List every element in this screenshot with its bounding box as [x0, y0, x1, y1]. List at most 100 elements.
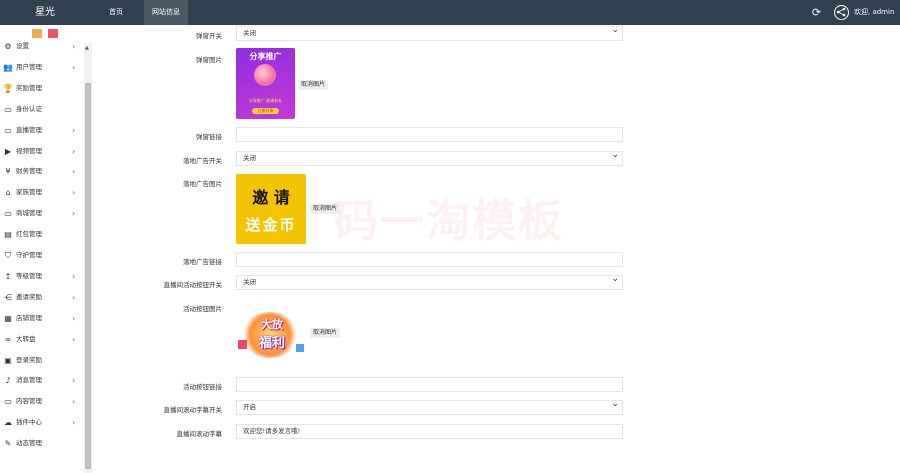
landing-ad-image-thumbnail[interactable]: 邀 请 送金币 [236, 174, 306, 244]
popup-image-cancel-button[interactable]: 取消图片 [298, 80, 329, 90]
landing-ad-image-cancel-button[interactable]: 取消图片 [310, 204, 341, 214]
sidebar-item-label: 店铺管理 [16, 313, 42, 322]
sidebar-item[interactable]: ∞ 大转盘 › [0, 329, 84, 350]
sidebar-item[interactable]: ▣ 登录奖励 [0, 350, 84, 371]
marquee-switch-select[interactable]: 开启 [236, 398, 623, 415]
sidebar-item[interactable]: ⋲ 邀请奖励 › [0, 287, 84, 308]
sidebar-item-label: 财务管理 [16, 167, 42, 176]
popup-image-thumbnail[interactable]: 分享推广 分享推广·邀请有礼 立即分享 [236, 48, 295, 119]
gift-icon: ▣ [4, 355, 12, 365]
sidebar-item[interactable]: ▶ 视频管理 › [0, 141, 84, 162]
sidebar-item-label: 守护管理 [16, 251, 42, 259]
share-icon: ⋲ [4, 292, 12, 302]
level-icon: ↥ [4, 271, 12, 281]
sidebar-item[interactable]: ♪ 消息管理 › [0, 370, 84, 391]
landing-ad-image-label: 落地广告图片 [183, 180, 222, 188]
scroll-up-arrow-icon[interactable]: ▲ [85, 45, 89, 51]
sidebar-item[interactable]: ⛉ 守护管理 [0, 245, 84, 266]
sidebar-item-label: 大转盘 [16, 334, 36, 343]
sidebar-item-label: 消息管理 [16, 376, 42, 385]
red-packet-icon: ▤ [4, 230, 12, 240]
sidebar-item-label: 设置 [16, 42, 29, 50]
tab-site-info[interactable]: 网站信息 [144, 0, 188, 25]
sidebar-item[interactable]: ▦ 店铺管理 › [0, 308, 84, 329]
share-node-icon [836, 7, 846, 17]
chevron-right-icon: › [72, 376, 76, 386]
sidebar-item[interactable]: ▭ 商城管理 › [0, 203, 84, 224]
popup-switch-select[interactable]: 关闭 [236, 24, 623, 41]
popup-link-label: 弹窗链接 [196, 133, 222, 141]
gear-icon: ⚙ [4, 42, 12, 51]
sidebar-item[interactable]: ▭ 直播管理 › [0, 120, 84, 141]
monitor-icon: ▭ [4, 209, 12, 219]
sidebar-item-label: 奖励管理 [16, 83, 42, 92]
sidebar-item[interactable]: ▤ 红包管理 [0, 224, 84, 245]
sidebar-item-label: 身份认证 [16, 104, 42, 113]
activity-image-thumbnail[interactable]: 大放 福利 [236, 308, 308, 362]
sidebar-item-label: 等级管理 [16, 271, 42, 280]
sidebar-item[interactable]: ⌂ 家族管理 › [0, 182, 84, 203]
scroll-thumb[interactable] [85, 83, 91, 469]
activity-image-label: 活动按钮图片 [183, 305, 222, 313]
popup-image-title: 分享推广 [249, 52, 282, 61]
sidebar-item-label: 家族管理 [16, 188, 42, 197]
chevron-right-icon: › [72, 146, 76, 156]
top-navbar: 星光 首页 网站信息 ⟳ 欢迎, admin ▾ [0, 0, 900, 41]
sidebar-item-label: 内容管理 [16, 397, 42, 406]
sidebar-item-label: 登录奖励 [16, 355, 42, 364]
sidebar-scrollbar[interactable]: ▲ [84, 43, 92, 473]
activity-link-input[interactable] [236, 377, 623, 392]
chevron-right-icon: › [72, 42, 76, 51]
user-menu[interactable]: 欢迎, admin ▾ [854, 0, 900, 50]
activity-image-cancel-button[interactable]: 取消图片 [310, 328, 341, 338]
sidebar-item[interactable]: ▭ 身份认证 [0, 99, 84, 120]
sidebar-item-label: 商城管理 [16, 209, 42, 218]
avatar[interactable] [834, 5, 849, 20]
sidebar-item[interactable]: 👥 用户管理 › [0, 57, 84, 78]
chevron-right-icon: › [72, 334, 76, 344]
live-activity-switch-label: 直播间活动按钮开关 [163, 281, 223, 289]
chevron-right-icon: › [72, 292, 76, 302]
sidebar-item-label: 动态管理 [16, 439, 42, 448]
landing-ad-switch-label: 落地广告开关 [183, 157, 222, 165]
marquee-text-label: 直播间滚动字幕 [176, 430, 223, 438]
marquee-text-input[interactable]: 欢迎您!请多发言哦! [236, 424, 623, 439]
sidebar-item[interactable]: ⚙ 设置 › [0, 36, 84, 57]
bell-icon: ♪ [5, 376, 11, 386]
balloon-icon [254, 64, 276, 86]
landing-ad-image-title: 邀 请 [252, 188, 290, 207]
tab-home[interactable]: 首页 [100, 0, 132, 25]
trophy-icon: 🏆 [3, 83, 13, 93]
sidebar-item-label: 邀请奖励 [16, 292, 42, 301]
sidebar-item[interactable]: ¥ 财务管理 › [0, 161, 84, 182]
activity-link-label: 活动按钮链接 [183, 383, 222, 391]
feed-icon: ✎ [4, 439, 12, 449]
sidebar-item-label: 用户管理 [16, 62, 42, 71]
monitor-icon: ▭ [4, 397, 12, 407]
sidebar-item[interactable]: ☁ 插件中心 › [0, 412, 84, 433]
refresh-icon[interactable]: ⟳ [810, 6, 823, 19]
activity-image-title: 大放 [261, 318, 283, 331]
id-card-icon: ▭ [4, 104, 12, 114]
chevron-right-icon: › [72, 313, 76, 323]
gift-box-icon [296, 344, 304, 352]
landing-ad-switch-select[interactable]: 关闭 [236, 149, 623, 166]
watermark: 码一淘模板 [334, 196, 564, 247]
brand-logo[interactable]: 星光 [0, 0, 90, 25]
sidebar-item[interactable]: 🏆 奖励管理 [0, 78, 84, 99]
popup-link-input[interactable] [236, 127, 623, 142]
chevron-right-icon: › [72, 167, 76, 177]
sidebar: ⚙ 设置 › 👥 用户管理 › 🏆 奖励管理 ▭ 身份认证 ▭ 直播管理 › ▶ 视频管理 › ¥ 财务管理 › ⌂ 家… [0, 25, 92, 473]
bank-icon: ⌂ [5, 188, 11, 198]
live-activity-switch-select[interactable]: 关闭 [236, 273, 623, 290]
landing-ad-link-input[interactable] [236, 252, 623, 267]
users-icon: 👥 [3, 62, 13, 72]
sidebar-item[interactable]: ↥ 等级管理 › [0, 266, 84, 287]
monitor-icon: ▭ [4, 125, 12, 135]
chevron-right-icon: › [72, 397, 76, 407]
yen-icon: ¥ [5, 167, 11, 177]
sidebar-item[interactable]: ✎ 动态管理 [0, 433, 84, 454]
shield-icon: ⛉ [5, 251, 11, 260]
sidebar-item[interactable]: ▭ 内容管理 › [0, 391, 84, 412]
chevron-right-icon: › [72, 125, 76, 135]
